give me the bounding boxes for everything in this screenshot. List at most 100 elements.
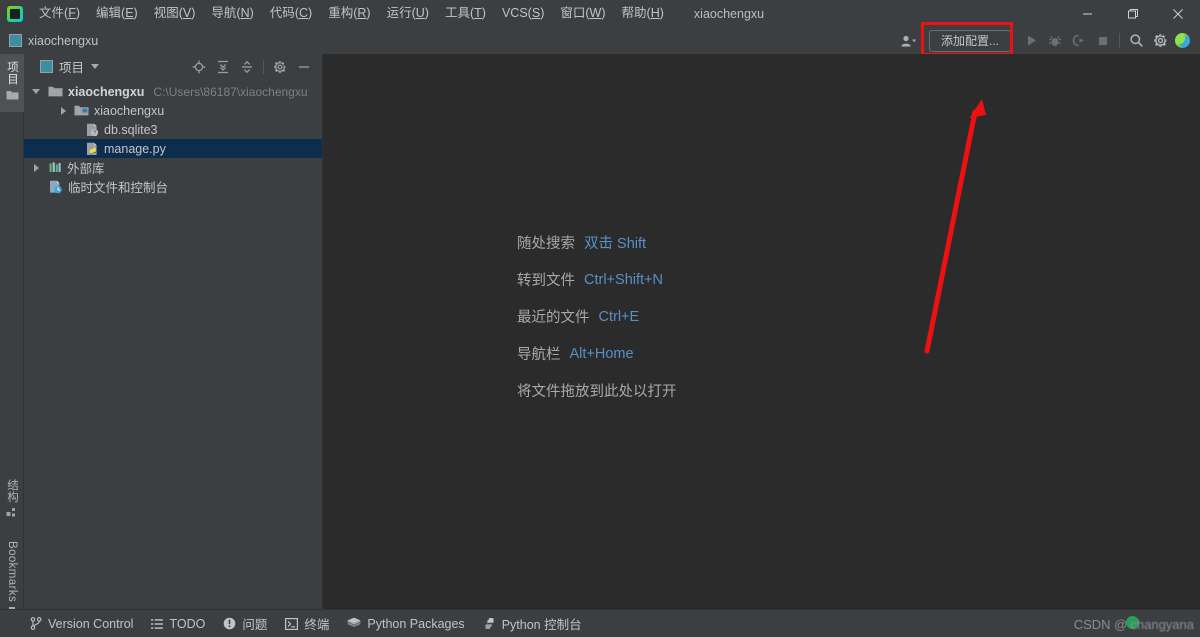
tree-row-label: xiaochengxu (68, 85, 144, 99)
stop-icon[interactable] (1091, 30, 1115, 52)
status-item-python-console[interactable]: Python 控制台 (483, 614, 582, 633)
hide-panel-icon[interactable] (292, 56, 316, 78)
main-toolbar: xiaochengxu 添加配置... (0, 27, 1200, 55)
menu-item-run[interactable]: 运行(U) (379, 3, 437, 24)
sidebar-item-project[interactable]: 项目 (0, 54, 24, 112)
menu-mnemonic: S (532, 6, 540, 20)
branch-icon (30, 617, 42, 630)
tree-row-manage-py[interactable]: manage.py (24, 139, 322, 158)
menu-item-vcs[interactable]: VCS(S) (494, 3, 552, 24)
python-console-icon (483, 617, 496, 630)
locate-icon[interactable] (187, 56, 211, 78)
watermark-prefix: CSDN @ (1074, 617, 1128, 632)
editor-empty-area: 随处搜索 双击 Shift 转到文件 Ctrl+Shift+N 最近的文件 Ct… (323, 54, 1200, 609)
sidebar-item-structure[interactable]: 结构 (0, 479, 24, 521)
project-panel-title: 项目 (59, 57, 84, 76)
project-icon (9, 34, 22, 47)
status-item-label: Python 控制台 (502, 614, 582, 633)
menu-item-file[interactable]: 文件(F) (31, 3, 88, 24)
menu-mnemonic: N (241, 6, 250, 20)
menu-item-edit[interactable]: 编辑(E) (88, 3, 146, 24)
menu-label: 工具 (445, 6, 470, 20)
window-controls (1065, 0, 1200, 27)
status-item-terminal[interactable]: 终端 (285, 614, 329, 633)
hint-drop-files: 将文件拖放到此处以打开 (517, 372, 677, 409)
status-bar: Version Control TODO 问题 (0, 609, 1200, 637)
warning-icon (223, 617, 236, 630)
window-project-name: xiaochengxu (694, 7, 764, 21)
status-item-problems[interactable]: 问题 (223, 614, 267, 633)
hint-label: 最近的文件 (517, 306, 590, 327)
status-item-version-control[interactable]: Version Control (30, 617, 133, 631)
status-item-todo[interactable]: TODO (151, 617, 205, 631)
user-account-icon[interactable] (897, 30, 921, 52)
close-button[interactable] (1155, 0, 1200, 27)
tree-row-label: 外部库 (67, 158, 105, 177)
search-icon[interactable] (1124, 30, 1148, 52)
globe-icon (1175, 33, 1190, 48)
left-tool-strip: 项目 结构 Bookmarks (0, 54, 24, 609)
project-tool-window: 项目 (24, 54, 323, 609)
menu-item-tools[interactable]: 工具(T) (437, 3, 494, 24)
menu-item-code[interactable]: 代码(C) (262, 3, 320, 24)
tree-row-scratches-consoles[interactable]: 临时文件和控制台 (24, 177, 322, 196)
status-item-python-packages[interactable]: Python Packages (347, 617, 464, 631)
ide-avatar-icon[interactable] (1172, 30, 1196, 52)
gear-icon[interactable] (268, 56, 292, 78)
menu-label: 运行 (387, 6, 412, 20)
collapse-all-icon[interactable] (235, 56, 259, 78)
tree-row-module-folder[interactable]: xiaochengxu (24, 101, 322, 120)
hint-shortcut: Ctrl+E (599, 309, 640, 325)
twisty-collapsed-icon[interactable] (24, 107, 69, 115)
add-configuration-button[interactable]: 添加配置... (929, 30, 1011, 52)
tree-row-label: xiaochengxu (94, 104, 164, 118)
structure-icon (6, 507, 18, 519)
status-item-label: Python Packages (367, 617, 464, 631)
menu-item-refactor[interactable]: 重构(R) (320, 3, 378, 24)
menu-mnemonic: F (68, 6, 76, 20)
maximize-button[interactable] (1110, 0, 1155, 27)
folder-icon (6, 89, 19, 101)
folder-icon (48, 85, 63, 98)
menu-label: 代码 (270, 6, 295, 20)
tree-row-label: 临时文件和控制台 (68, 177, 168, 196)
settings-gear-icon[interactable] (1148, 30, 1172, 52)
debug-icon[interactable] (1043, 30, 1067, 52)
terminal-icon (285, 618, 298, 630)
twisty-expanded-icon[interactable] (24, 89, 48, 94)
hint-search-everywhere: 随处搜索 双击 Shift (517, 224, 677, 261)
run-icon[interactable] (1019, 30, 1043, 52)
menu-item-navigate[interactable]: 导航(N) (203, 3, 261, 24)
menu-label: 视图 (154, 6, 179, 20)
menu-item-window[interactable]: 窗口(W) (552, 3, 613, 24)
list-icon (151, 618, 163, 630)
project-icon (40, 60, 53, 73)
module-folder-icon (74, 104, 89, 117)
menu-mnemonic: R (357, 6, 366, 20)
run-with-coverage-icon[interactable] (1067, 30, 1091, 52)
chevron-down-icon[interactable] (91, 64, 99, 69)
sidebar-item-label: Bookmarks (6, 541, 18, 602)
svg-text:?: ? (93, 130, 96, 136)
expand-all-icon[interactable] (211, 56, 235, 78)
csdn-watermark: CSDN @ changyana (1074, 616, 1194, 632)
menu-mnemonic: V (183, 6, 191, 20)
breadcrumb[interactable]: xiaochengxu (9, 34, 98, 48)
status-item-label: TODO (169, 617, 205, 631)
menu-label: 导航 (211, 6, 236, 20)
menu-bar: 文件(F) 编辑(E) 视图(V) 导航(N) 代码(C) 重构(R) 运行(U… (0, 0, 1200, 27)
twisty-collapsed-icon[interactable] (24, 164, 48, 172)
tree-row-db-sqlite3[interactable]: ? db.sqlite3 (24, 120, 322, 139)
menu-item-view[interactable]: 视图(V) (146, 3, 204, 24)
tree-row-external-libraries[interactable]: 外部库 (24, 158, 322, 177)
add-configuration-group: 添加配置... (921, 30, 1019, 52)
menu-item-help[interactable]: 帮助(H) (614, 3, 672, 24)
menu-mnemonic: U (416, 6, 425, 20)
packages-icon (347, 617, 361, 630)
sqlite-file-icon: ? (85, 123, 99, 137)
toolbar-divider (1119, 33, 1120, 48)
menu-mnemonic: T (474, 6, 482, 20)
minimize-button[interactable] (1065, 0, 1110, 27)
tree-row-project-root[interactable]: xiaochengxu C:\Users\86187\xiaochengxu (24, 82, 322, 101)
toolbar-right-group: 添加配置... (897, 27, 1196, 54)
